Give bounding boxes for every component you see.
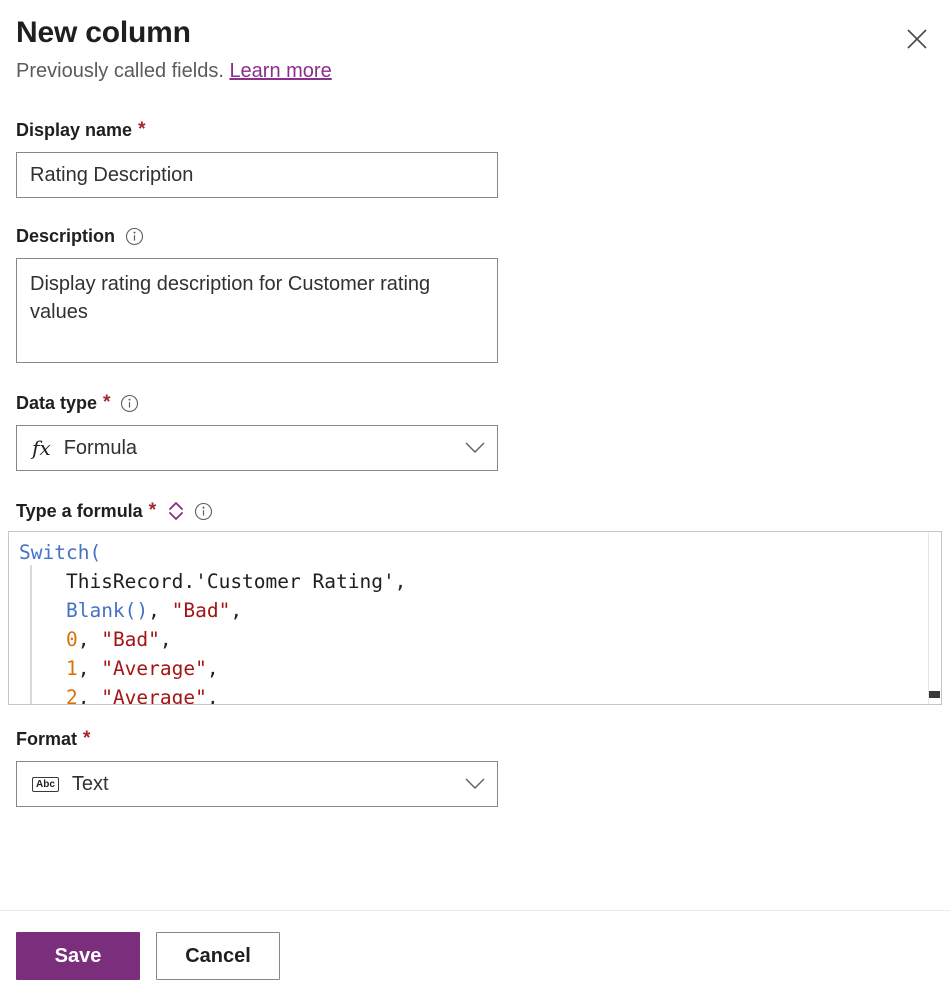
formula-token: , [77, 657, 102, 680]
formula-token: ThisRecord.'Customer Rating', [19, 570, 407, 593]
footer-divider [0, 910, 950, 911]
description-label-row: Description [16, 224, 934, 248]
formula-code[interactable]: Switch( ThisRecord.'Customer Rating', Bl… [9, 532, 941, 705]
required-asterisk: * [83, 728, 91, 749]
panel-header: New column Previously called fields. Lea… [0, 0, 950, 84]
formula-token: Blank() [65, 599, 149, 622]
formula-token: , [159, 628, 172, 651]
data-type-dropdown[interactable]: fx Formula [16, 425, 498, 471]
formula-token: , [230, 599, 243, 622]
formula-label: Type a formula [16, 501, 143, 521]
formula-token [19, 686, 66, 704]
formula-line: 0, "Bad", [19, 625, 941, 654]
learn-more-link[interactable]: Learn more [229, 60, 331, 82]
new-column-panel: New column Previously called fields. Lea… [0, 0, 950, 990]
display-name-label-row: Display name * [16, 118, 934, 142]
formula-editor[interactable]: Switch( ThisRecord.'Customer Rating', Bl… [8, 531, 942, 705]
formula-token: , [206, 657, 219, 680]
info-icon[interactable] [194, 502, 213, 521]
formula-line: 2, "Average", [19, 683, 941, 705]
formula-token: "Average" [101, 657, 207, 680]
chevron-down-icon [465, 442, 485, 453]
display-name-label: Display name [16, 120, 133, 140]
cancel-button[interactable]: Cancel [156, 932, 280, 980]
formula-line: Switch( [19, 538, 941, 567]
required-asterisk: * [148, 500, 157, 521]
formula-line: Blank(), "Bad", [19, 596, 941, 625]
formula-token: , [148, 599, 172, 622]
subtitle-text: Previously called fields. [16, 60, 224, 82]
format-selected: Abc Text [32, 773, 465, 796]
formula-token: , [77, 686, 102, 705]
info-icon[interactable] [120, 394, 139, 413]
formula-scrollbar-thumb[interactable] [929, 691, 940, 698]
chevron-up-down-icon[interactable] [168, 501, 184, 521]
close-icon [907, 29, 927, 49]
formula-token: Switch( [19, 541, 102, 564]
chevron-down-icon [465, 778, 485, 789]
formula-token: 0 [65, 628, 78, 651]
formula-token: 1 [65, 657, 78, 680]
formula-token: 2 [65, 686, 78, 705]
formula-token: , [206, 686, 219, 705]
info-icon[interactable] [125, 227, 144, 246]
description-value: Display rating description for Customer … [30, 273, 431, 323]
required-asterisk: * [103, 392, 111, 413]
formula-token [19, 599, 66, 622]
expand-collapse-icon [169, 502, 184, 520]
description-label: Description [16, 226, 116, 246]
formula-scrollbar[interactable] [928, 532, 941, 704]
format-dropdown[interactable]: Abc Text [16, 761, 498, 807]
abc-icon: Abc [32, 776, 59, 792]
display-name-value: Rating Description [30, 163, 194, 186]
panel-subtitle: Previously called fields. Learn more [16, 58, 934, 84]
formula-token [19, 628, 66, 651]
formula-token: "Average" [101, 686, 207, 705]
fx-icon: fx [32, 436, 51, 460]
data-type-label: Data type [16, 393, 98, 413]
field-format: Format * Abc Text [0, 727, 950, 807]
formula-label-row: Type a formula * [16, 499, 934, 523]
field-display-name: Display name * Rating Description [0, 118, 950, 198]
format-label-row: Format * [16, 727, 934, 751]
formula-token: "Bad" [171, 599, 231, 622]
data-type-selected: fx Formula [32, 436, 465, 460]
format-label: Format [16, 729, 78, 749]
formula-token: "Bad" [101, 628, 160, 651]
panel-footer: Save Cancel [16, 932, 280, 980]
description-textarea[interactable]: Display rating description for Customer … [16, 258, 498, 363]
field-formula: Type a formula * [0, 499, 950, 523]
data-type-value: Formula [63, 436, 138, 459]
form-body: Display name * Rating Description Descri… [0, 118, 950, 807]
display-name-input[interactable]: Rating Description [16, 152, 498, 198]
field-description: Description Display rating description f… [0, 224, 950, 363]
format-value: Text [71, 772, 109, 795]
data-type-label-row: Data type * [16, 391, 934, 415]
formula-line: ThisRecord.'Customer Rating', [19, 567, 941, 596]
info-circle-icon [125, 227, 144, 245]
info-circle-icon [195, 502, 213, 520]
formula-token [19, 657, 66, 680]
field-data-type: Data type * fx Formula [0, 391, 950, 471]
info-circle-icon [121, 394, 139, 412]
formula-line: 1, "Average", [19, 654, 941, 683]
save-button[interactable]: Save [16, 932, 140, 980]
close-button[interactable] [896, 18, 938, 60]
page-title: New column [16, 16, 191, 49]
formula-token: , [77, 628, 102, 651]
required-asterisk: * [138, 119, 146, 140]
